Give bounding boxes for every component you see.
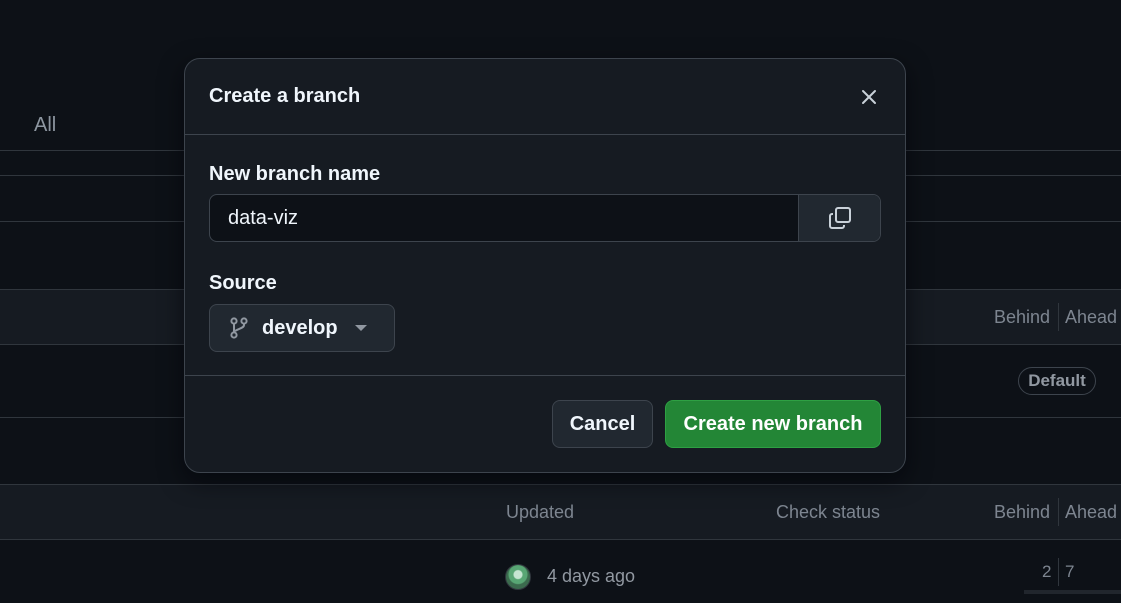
ahead-behind-bar [1024, 590, 1121, 594]
git-branch-icon [230, 317, 248, 339]
header-separator [1058, 498, 1059, 526]
updated-time: 4 days ago [547, 566, 636, 586]
dialog-header-divider [185, 134, 905, 135]
create-new-branch-button[interactable]: Create new branch [665, 400, 881, 448]
count-separator [1058, 558, 1059, 586]
divider [0, 539, 1121, 540]
header-separator [1058, 303, 1059, 331]
branch-table-header: Updated Check status Behind Ahead [0, 484, 1121, 539]
source-branch-value: develop [262, 316, 338, 339]
tab-all[interactable]: All [34, 114, 56, 137]
new-branch-name-input[interactable] [210, 195, 800, 241]
create-branch-dialog: Create a branch New branch name Source d… [184, 58, 906, 473]
dialog-footer-divider [185, 375, 905, 376]
avatar[interactable] [505, 564, 531, 590]
updated-header: Updated [506, 502, 575, 522]
behind-count: 2 [1042, 562, 1052, 581]
dialog-title: Create a branch [209, 85, 361, 107]
triangle-down-icon [354, 325, 367, 331]
ahead-count: 7 [1065, 562, 1075, 581]
divider [0, 484, 1121, 485]
new-branch-name-field [209, 194, 881, 242]
copy-icon [828, 207, 851, 229]
source-label: Source [209, 272, 277, 294]
close-button[interactable] [853, 81, 885, 113]
cancel-button[interactable]: Cancel [552, 400, 653, 448]
ahead-header: Ahead [1065, 307, 1118, 327]
default-badge: Default [1018, 367, 1096, 395]
new-branch-name-label: New branch name [209, 163, 381, 185]
ahead-header: Ahead [1065, 502, 1118, 522]
close-icon [862, 90, 876, 104]
source-branch-select[interactable]: develop [209, 304, 395, 352]
behind-header: Behind [994, 307, 1051, 327]
behind-header: Behind [994, 502, 1051, 522]
copy-button[interactable] [798, 195, 880, 241]
check-status-header: Check status [776, 502, 881, 522]
